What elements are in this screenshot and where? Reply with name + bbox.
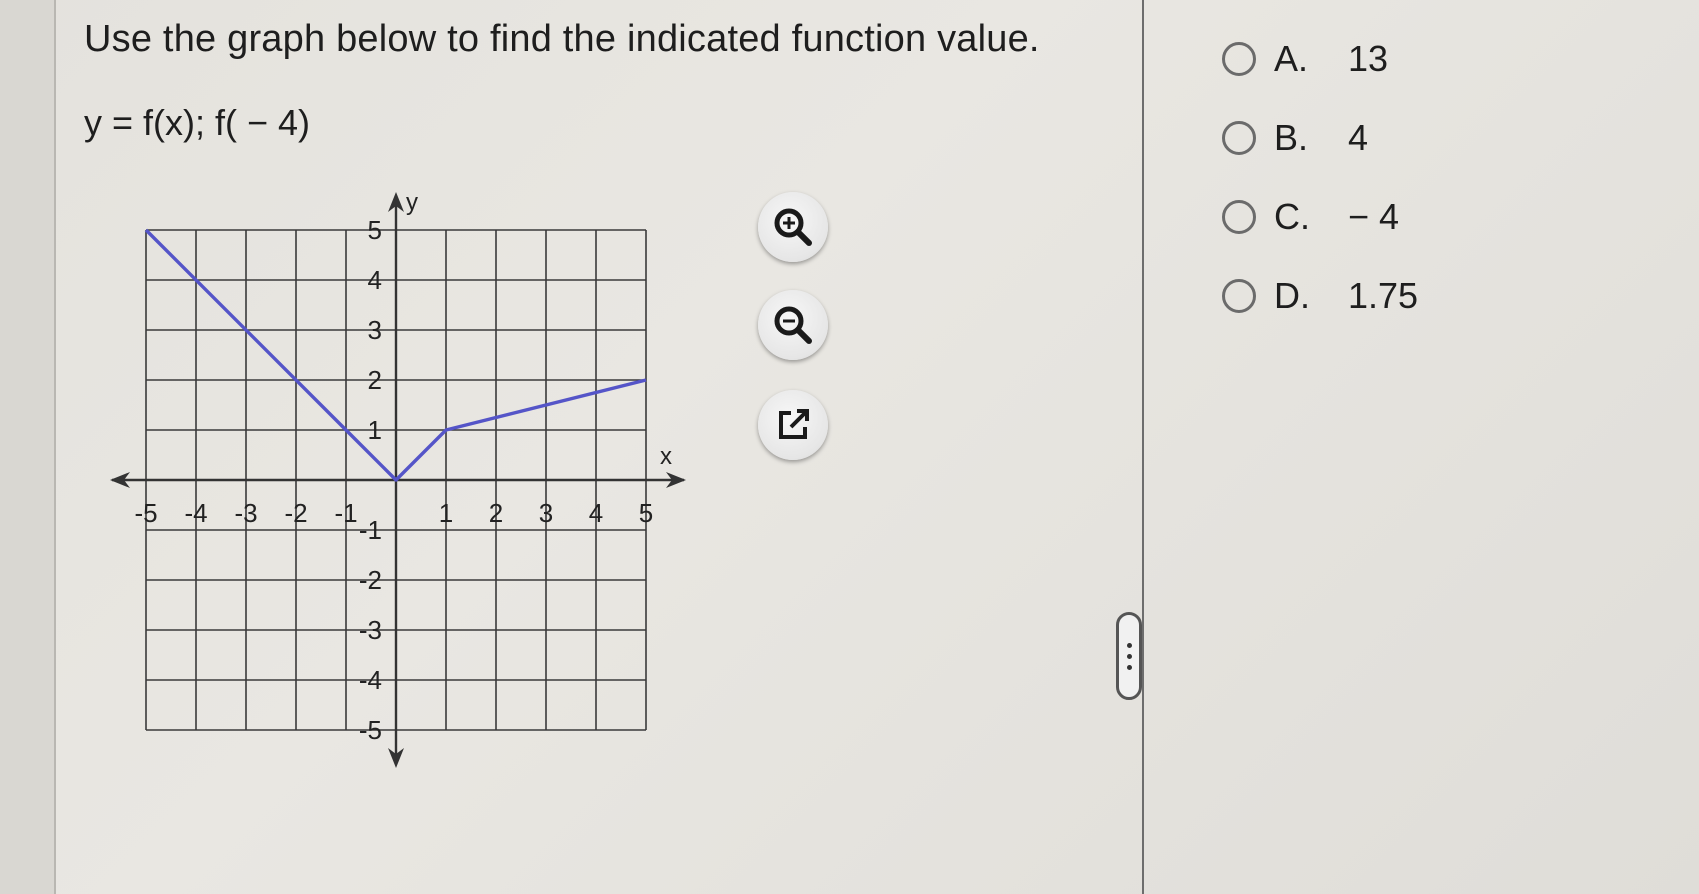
y-tick-label: -5 bbox=[359, 715, 382, 745]
answer-option-a[interactable]: A. 13 bbox=[1222, 38, 1418, 79]
answer-option-d[interactable]: D. 1.75 bbox=[1222, 275, 1419, 316]
y-tick-label: 5 bbox=[368, 215, 382, 245]
function-graph: x y -5 -4 -3 -2 -1 1 2 3 4 5 5 4 3 2 1 -1 -2 -3 -4 -5 bbox=[110, 190, 686, 768]
x-tick-label: 2 bbox=[489, 498, 503, 528]
answer-letter: B. bbox=[1274, 117, 1309, 158]
y-tick-label: 1 bbox=[368, 415, 382, 445]
answer-value: 13 bbox=[1348, 38, 1389, 79]
x-tick-label: -1 bbox=[334, 498, 357, 528]
panel-divider bbox=[1142, 0, 1144, 894]
answer-value: − 4 bbox=[1348, 196, 1400, 237]
x-tick-label: 1 bbox=[439, 498, 453, 528]
external-link-icon bbox=[779, 409, 809, 439]
open-in-new-window-button[interactable] bbox=[758, 390, 828, 460]
answer-letter: A. bbox=[1274, 38, 1309, 79]
handle-dot bbox=[1126, 653, 1132, 659]
zoom-in-button[interactable] bbox=[758, 192, 828, 262]
zoom-out-button[interactable] bbox=[758, 290, 828, 360]
radio-button-d[interactable] bbox=[1222, 279, 1256, 313]
radio-button-a[interactable] bbox=[1222, 42, 1256, 76]
x-tick-label: -2 bbox=[284, 498, 307, 528]
x-tick-label: -4 bbox=[184, 498, 207, 528]
y-tick-label: -1 bbox=[359, 515, 382, 545]
radio-button-c[interactable] bbox=[1222, 200, 1256, 234]
zoom-in-icon bbox=[774, 208, 812, 246]
panel-resize-handle[interactable] bbox=[1116, 612, 1142, 700]
answer-letter: D. bbox=[1274, 275, 1310, 316]
x-tick-label: 5 bbox=[639, 498, 653, 528]
function-label: y = f(x); f( − 4) bbox=[84, 102, 311, 143]
handle-dot bbox=[1126, 664, 1132, 670]
x-tick-label: 4 bbox=[589, 498, 603, 528]
answer-option-b[interactable]: B. 4 bbox=[1222, 117, 1418, 158]
y-axis-label: y bbox=[406, 190, 418, 216]
x-tick-label: -3 bbox=[234, 498, 257, 528]
handle-dot bbox=[1126, 642, 1132, 648]
y-tick-label: 3 bbox=[368, 315, 382, 345]
y-tick-label: 4 bbox=[368, 265, 382, 295]
answer-option-c[interactable]: C. − 4 bbox=[1222, 196, 1418, 237]
y-tick-label: -4 bbox=[359, 665, 382, 695]
y-tick-label: -3 bbox=[359, 615, 382, 645]
zoom-out-icon bbox=[774, 306, 812, 344]
x-tick-label: -5 bbox=[134, 498, 157, 528]
radio-button-b[interactable] bbox=[1222, 121, 1256, 155]
left-panel-edge bbox=[0, 0, 56, 894]
answer-options: A. 13 B. 4 C. − 4 D. 1.75 bbox=[1222, 38, 1419, 356]
question-text: Use the graph below to find the indicate… bbox=[84, 18, 1040, 60]
x-axis-label: x bbox=[660, 443, 672, 470]
y-tick-label: -2 bbox=[359, 565, 382, 595]
answer-letter: C. bbox=[1274, 196, 1310, 237]
x-tick-label: 3 bbox=[539, 498, 553, 528]
y-tick-label: 2 bbox=[368, 365, 382, 395]
answer-value: 4 bbox=[1348, 117, 1369, 158]
answer-value: 1.75 bbox=[1348, 275, 1419, 316]
